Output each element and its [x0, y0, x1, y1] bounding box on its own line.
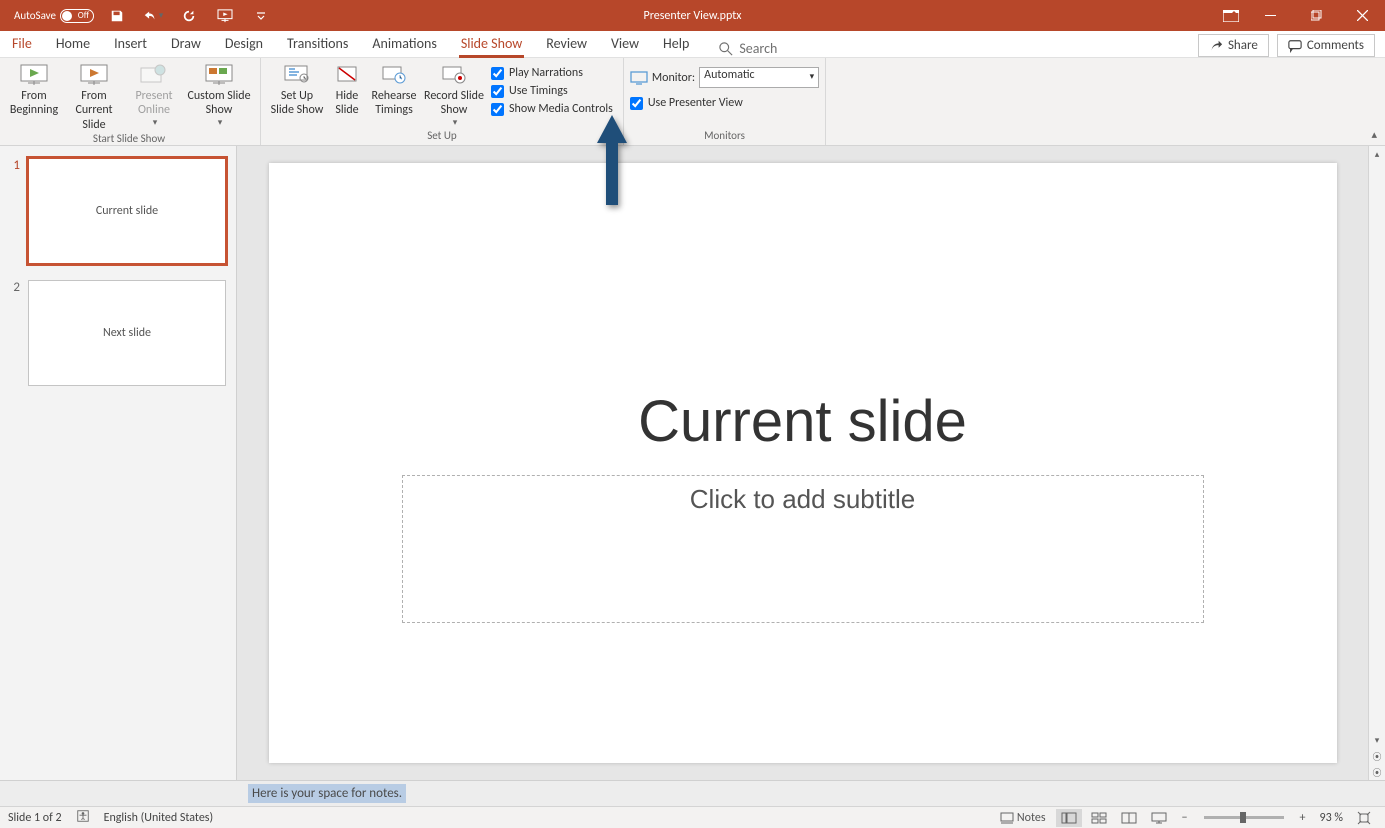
chevron-down-icon: ▾	[810, 71, 815, 82]
comments-button[interactable]: Comments	[1277, 34, 1375, 57]
tab-review[interactable]: Review	[534, 30, 599, 57]
notes-button[interactable]: Notes	[994, 809, 1052, 827]
search-placeholder: Search	[739, 40, 777, 57]
thumb-row-1[interactable]: 1 Current slide	[10, 158, 226, 264]
slideshow-view-icon[interactable]	[1146, 809, 1172, 827]
autosave-toggle[interactable]: AutoSave Off	[14, 9, 94, 23]
group-label-setup: Set Up	[267, 129, 617, 145]
use-presenter-view-checkbox[interactable]: Use Presenter View	[630, 96, 743, 110]
slide-canvas-area[interactable]: Current slide Click to add subtitle	[237, 146, 1368, 780]
notes-icon	[1000, 812, 1014, 824]
setup-icon	[281, 63, 313, 87]
save-icon[interactable]	[104, 4, 130, 28]
scroll-up-icon[interactable]: ▴	[1369, 146, 1385, 162]
thumbnail-slide-1[interactable]: Current slide	[28, 158, 226, 264]
group-label-start: Start Slide Show	[4, 132, 254, 148]
maximize-icon[interactable]	[1293, 0, 1339, 31]
title-bar: AutoSave Off ▾ Presenter View.pptx	[0, 0, 1385, 31]
present-online-button[interactable]: Present Online▾	[124, 61, 184, 129]
record-slide-show-button[interactable]: Record Slide Show▾	[421, 61, 487, 129]
tab-insert[interactable]: Insert	[102, 30, 159, 57]
ribbon: From Beginning From Current Slide Presen…	[0, 58, 1385, 146]
slide-title[interactable]: Current slide	[269, 388, 1337, 455]
accessibility-icon[interactable]	[76, 809, 90, 827]
next-slide-icon[interactable]: ⦿	[1369, 764, 1385, 780]
tab-help[interactable]: Help	[651, 30, 701, 57]
share-button[interactable]: Share	[1198, 34, 1269, 57]
comments-icon	[1288, 39, 1302, 53]
ribbon-group-monitors: Monitor: Automatic ▾ Use Presenter View …	[624, 58, 826, 145]
zoom-out-icon[interactable]: −	[1176, 809, 1194, 827]
tab-draw[interactable]: Draw	[159, 30, 213, 57]
group-label-monitors: Monitors	[630, 129, 819, 145]
slide-counter: Slide 1 of 2	[8, 811, 62, 825]
monitor-label: Monitor:	[652, 71, 695, 85]
tab-file[interactable]: File	[0, 30, 44, 57]
show-media-controls-checkbox[interactable]: Show Media Controls	[491, 102, 613, 116]
setup-slide-show-button[interactable]: Set Up Slide Show	[267, 61, 327, 118]
subtitle-placeholder[interactable]: Click to add subtitle	[402, 475, 1204, 623]
custom-slide-show-button[interactable]: Custom Slide Show▾	[184, 61, 254, 129]
previous-slide-icon[interactable]: ⦿	[1369, 748, 1385, 764]
monitor-icon	[630, 71, 648, 85]
workspace: 1 Current slide 2 Next slide Current sli…	[0, 146, 1385, 780]
vertical-scrollbar[interactable]: ▴ ▾ ⦿ ⦿	[1368, 146, 1385, 780]
ribbon-group-setup: Set Up Slide Show Hide Slide Rehearse Ti…	[261, 58, 624, 145]
ribbon-group-start-slide-show: From Beginning From Current Slide Presen…	[0, 58, 261, 145]
fit-to-window-icon[interactable]	[1351, 809, 1377, 827]
custom-show-icon	[203, 63, 235, 87]
notes-pane[interactable]: Here is your space for notes.	[0, 780, 1385, 806]
zoom-slider[interactable]	[1204, 816, 1284, 819]
tab-view[interactable]: View	[599, 30, 651, 57]
share-icon	[1209, 39, 1223, 53]
tab-transitions[interactable]: Transitions	[275, 30, 360, 57]
present-from-beginning-icon[interactable]	[212, 4, 238, 28]
customize-qat-icon[interactable]	[248, 4, 274, 28]
status-bar: Slide 1 of 2 English (United States) Not…	[0, 806, 1385, 828]
slide-sorter-view-icon[interactable]	[1086, 809, 1112, 827]
search-box[interactable]: Search	[719, 40, 777, 57]
monitor-dropdown[interactable]: Automatic ▾	[699, 67, 819, 88]
from-beginning-button[interactable]: From Beginning	[4, 61, 64, 118]
thumbnail-slide-2[interactable]: Next slide	[28, 280, 226, 386]
thumb-row-2[interactable]: 2 Next slide	[10, 280, 226, 386]
hide-slide-button[interactable]: Hide Slide	[327, 61, 367, 118]
tab-animations[interactable]: Animations	[360, 30, 448, 57]
zoom-in-icon[interactable]: +	[1294, 809, 1312, 827]
from-current-slide-button[interactable]: From Current Slide	[64, 61, 124, 132]
autosave-label: AutoSave	[14, 9, 56, 22]
from-beginning-icon	[18, 63, 50, 87]
minimize-icon[interactable]	[1247, 0, 1293, 31]
slide-canvas[interactable]: Current slide Click to add subtitle	[269, 163, 1337, 763]
rehearse-icon	[378, 63, 410, 87]
normal-view-icon[interactable]	[1056, 809, 1082, 827]
reading-view-icon[interactable]	[1116, 809, 1142, 827]
undo-icon[interactable]: ▾	[140, 4, 166, 28]
present-online-icon	[138, 63, 170, 87]
tab-design[interactable]: Design	[213, 30, 275, 57]
slide-editor: Current slide Click to add subtitle	[237, 146, 1368, 780]
search-icon	[719, 42, 733, 56]
notes-text[interactable]: Here is your space for notes.	[248, 784, 406, 803]
ribbon-tabs: File Home Insert Draw Design Transitions…	[0, 31, 1385, 58]
redo-icon[interactable]	[176, 4, 202, 28]
use-timings-checkbox[interactable]: Use Timings	[491, 84, 613, 98]
close-icon[interactable]	[1339, 0, 1385, 31]
collapse-ribbon-icon[interactable]: ▴	[1371, 128, 1377, 141]
autosave-switch[interactable]: Off	[60, 9, 94, 23]
scroll-down-icon[interactable]: ▾	[1369, 732, 1385, 748]
play-narrations-checkbox[interactable]: Play Narrations	[491, 66, 613, 80]
from-current-icon	[78, 63, 110, 87]
tab-slide-show[interactable]: Slide Show	[449, 30, 534, 57]
record-icon	[438, 63, 470, 87]
slide-thumbnails-panel: 1 Current slide 2 Next slide	[0, 146, 237, 780]
language-status[interactable]: English (United States)	[104, 811, 214, 825]
ribbon-display-options-icon[interactable]	[1215, 0, 1247, 31]
zoom-level: 93 %	[1316, 811, 1347, 825]
rehearse-timings-button[interactable]: Rehearse Timings	[367, 61, 421, 118]
tab-home[interactable]: Home	[44, 30, 102, 57]
hide-slide-icon	[331, 63, 363, 87]
